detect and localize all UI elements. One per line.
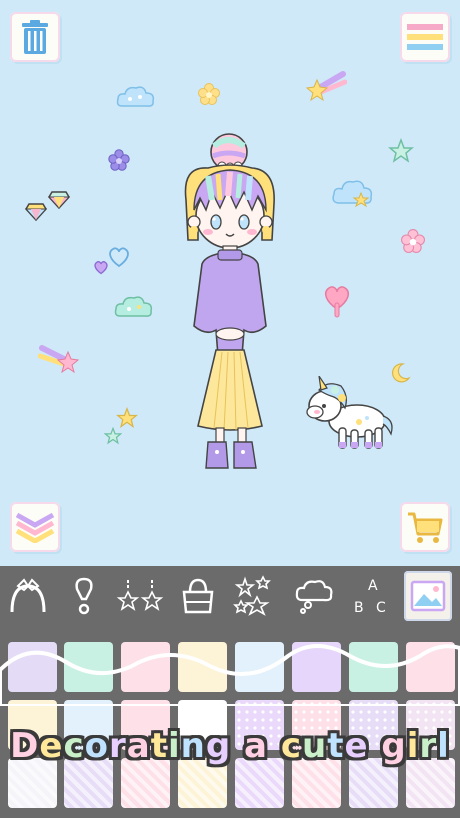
caption-letter: n bbox=[180, 726, 206, 766]
caption-letter: a bbox=[244, 726, 268, 766]
sticker-heart-purple[interactable] bbox=[93, 260, 109, 275]
dangle-earrings-icon bbox=[116, 580, 164, 611]
sticker-star-yellow[interactable] bbox=[116, 407, 138, 429]
tool-speech-bubble[interactable] bbox=[290, 572, 338, 620]
caption-letter: D bbox=[10, 726, 40, 766]
caption-letter: r bbox=[108, 726, 127, 766]
category-toolbar: A B C bbox=[0, 566, 460, 626]
tool-necklace[interactable] bbox=[116, 572, 164, 620]
earring-icon bbox=[75, 577, 93, 615]
caption-letter: l bbox=[437, 726, 450, 766]
sticker-gem-left[interactable] bbox=[25, 200, 47, 222]
thought-bubble-icon bbox=[295, 580, 333, 614]
sticker-cloud-star[interactable] bbox=[331, 177, 375, 209]
caption-letter: a bbox=[126, 726, 151, 766]
caption-letter: i bbox=[167, 726, 181, 766]
tool-stickers[interactable] bbox=[230, 572, 278, 620]
collapse-button[interactable] bbox=[10, 502, 60, 552]
shop-button[interactable] bbox=[400, 502, 450, 552]
cart-icon bbox=[408, 512, 443, 543]
background-swatch[interactable] bbox=[406, 642, 455, 692]
menu-button[interactable] bbox=[400, 12, 450, 62]
unicorn-sticker[interactable] bbox=[305, 376, 395, 452]
sticker-gem-right[interactable] bbox=[48, 188, 70, 210]
background-swatch[interactable] bbox=[292, 642, 341, 692]
sticker-flower-yellow[interactable] bbox=[198, 83, 220, 105]
sticker-star-small-green[interactable] bbox=[104, 427, 122, 445]
caption-letter: g bbox=[205, 726, 232, 766]
sticker-shooting-star-left[interactable] bbox=[38, 342, 80, 376]
caption-letter: c bbox=[63, 726, 85, 766]
background-swatch[interactable] bbox=[8, 642, 57, 692]
text-abc-icon: A B C bbox=[354, 578, 386, 616]
background-swatch[interactable] bbox=[178, 642, 227, 692]
caption-letter: t bbox=[150, 726, 168, 766]
caption-letter bbox=[268, 726, 281, 766]
caption-letter: o bbox=[84, 726, 109, 766]
girl-character[interactable] bbox=[178, 130, 284, 474]
tool-earring[interactable] bbox=[60, 572, 108, 620]
promo-caption: Decorating a cute girl bbox=[0, 726, 460, 766]
caption-letter: e bbox=[39, 726, 64, 766]
sticker-heart-drip[interactable] bbox=[322, 283, 352, 319]
background-image-icon bbox=[410, 580, 446, 612]
trash-icon bbox=[22, 20, 48, 54]
sticker-star-green[interactable] bbox=[388, 138, 414, 164]
menu-icon bbox=[407, 24, 443, 50]
sticker-cloud-blue[interactable] bbox=[116, 84, 156, 110]
tool-text[interactable]: A B C bbox=[346, 572, 394, 620]
background-swatch[interactable] bbox=[349, 642, 398, 692]
tool-background[interactable] bbox=[404, 571, 452, 621]
headband-icon bbox=[10, 578, 46, 613]
chevron-down-icon bbox=[15, 512, 55, 543]
sticker-shooting-star-top[interactable] bbox=[305, 70, 347, 106]
text-tool-letter-b: B bbox=[354, 600, 364, 616]
sticker-flower-purple[interactable] bbox=[108, 149, 130, 171]
caption-letter bbox=[369, 726, 382, 766]
sticker-cloud-mint[interactable] bbox=[114, 294, 154, 320]
caption-letter: u bbox=[302, 726, 328, 766]
caption-letter bbox=[231, 726, 244, 766]
tool-bag[interactable] bbox=[174, 572, 222, 620]
background-swatch[interactable] bbox=[235, 642, 284, 692]
caption-letter: c bbox=[280, 726, 302, 766]
text-tool-letter-a: A bbox=[368, 578, 378, 594]
background-swatch[interactable] bbox=[64, 642, 113, 692]
sparkles-icon bbox=[233, 575, 271, 616]
background-swatch[interactable] bbox=[121, 642, 170, 692]
text-tool-letter-c: C bbox=[376, 600, 386, 616]
sticker-flower-pink[interactable] bbox=[401, 229, 425, 253]
caption-letter: t bbox=[327, 726, 345, 766]
caption-letter: i bbox=[406, 726, 420, 766]
caption-letter: r bbox=[419, 726, 438, 766]
background-palette bbox=[0, 626, 460, 818]
sticker-heart-blue[interactable] bbox=[107, 246, 131, 268]
caption-letter: e bbox=[344, 726, 369, 766]
tool-hair-accessory[interactable] bbox=[4, 572, 52, 620]
caption-letter: g bbox=[381, 726, 407, 766]
bag-icon bbox=[182, 578, 214, 614]
trash-button[interactable] bbox=[10, 12, 60, 62]
play-area bbox=[0, 0, 460, 566]
